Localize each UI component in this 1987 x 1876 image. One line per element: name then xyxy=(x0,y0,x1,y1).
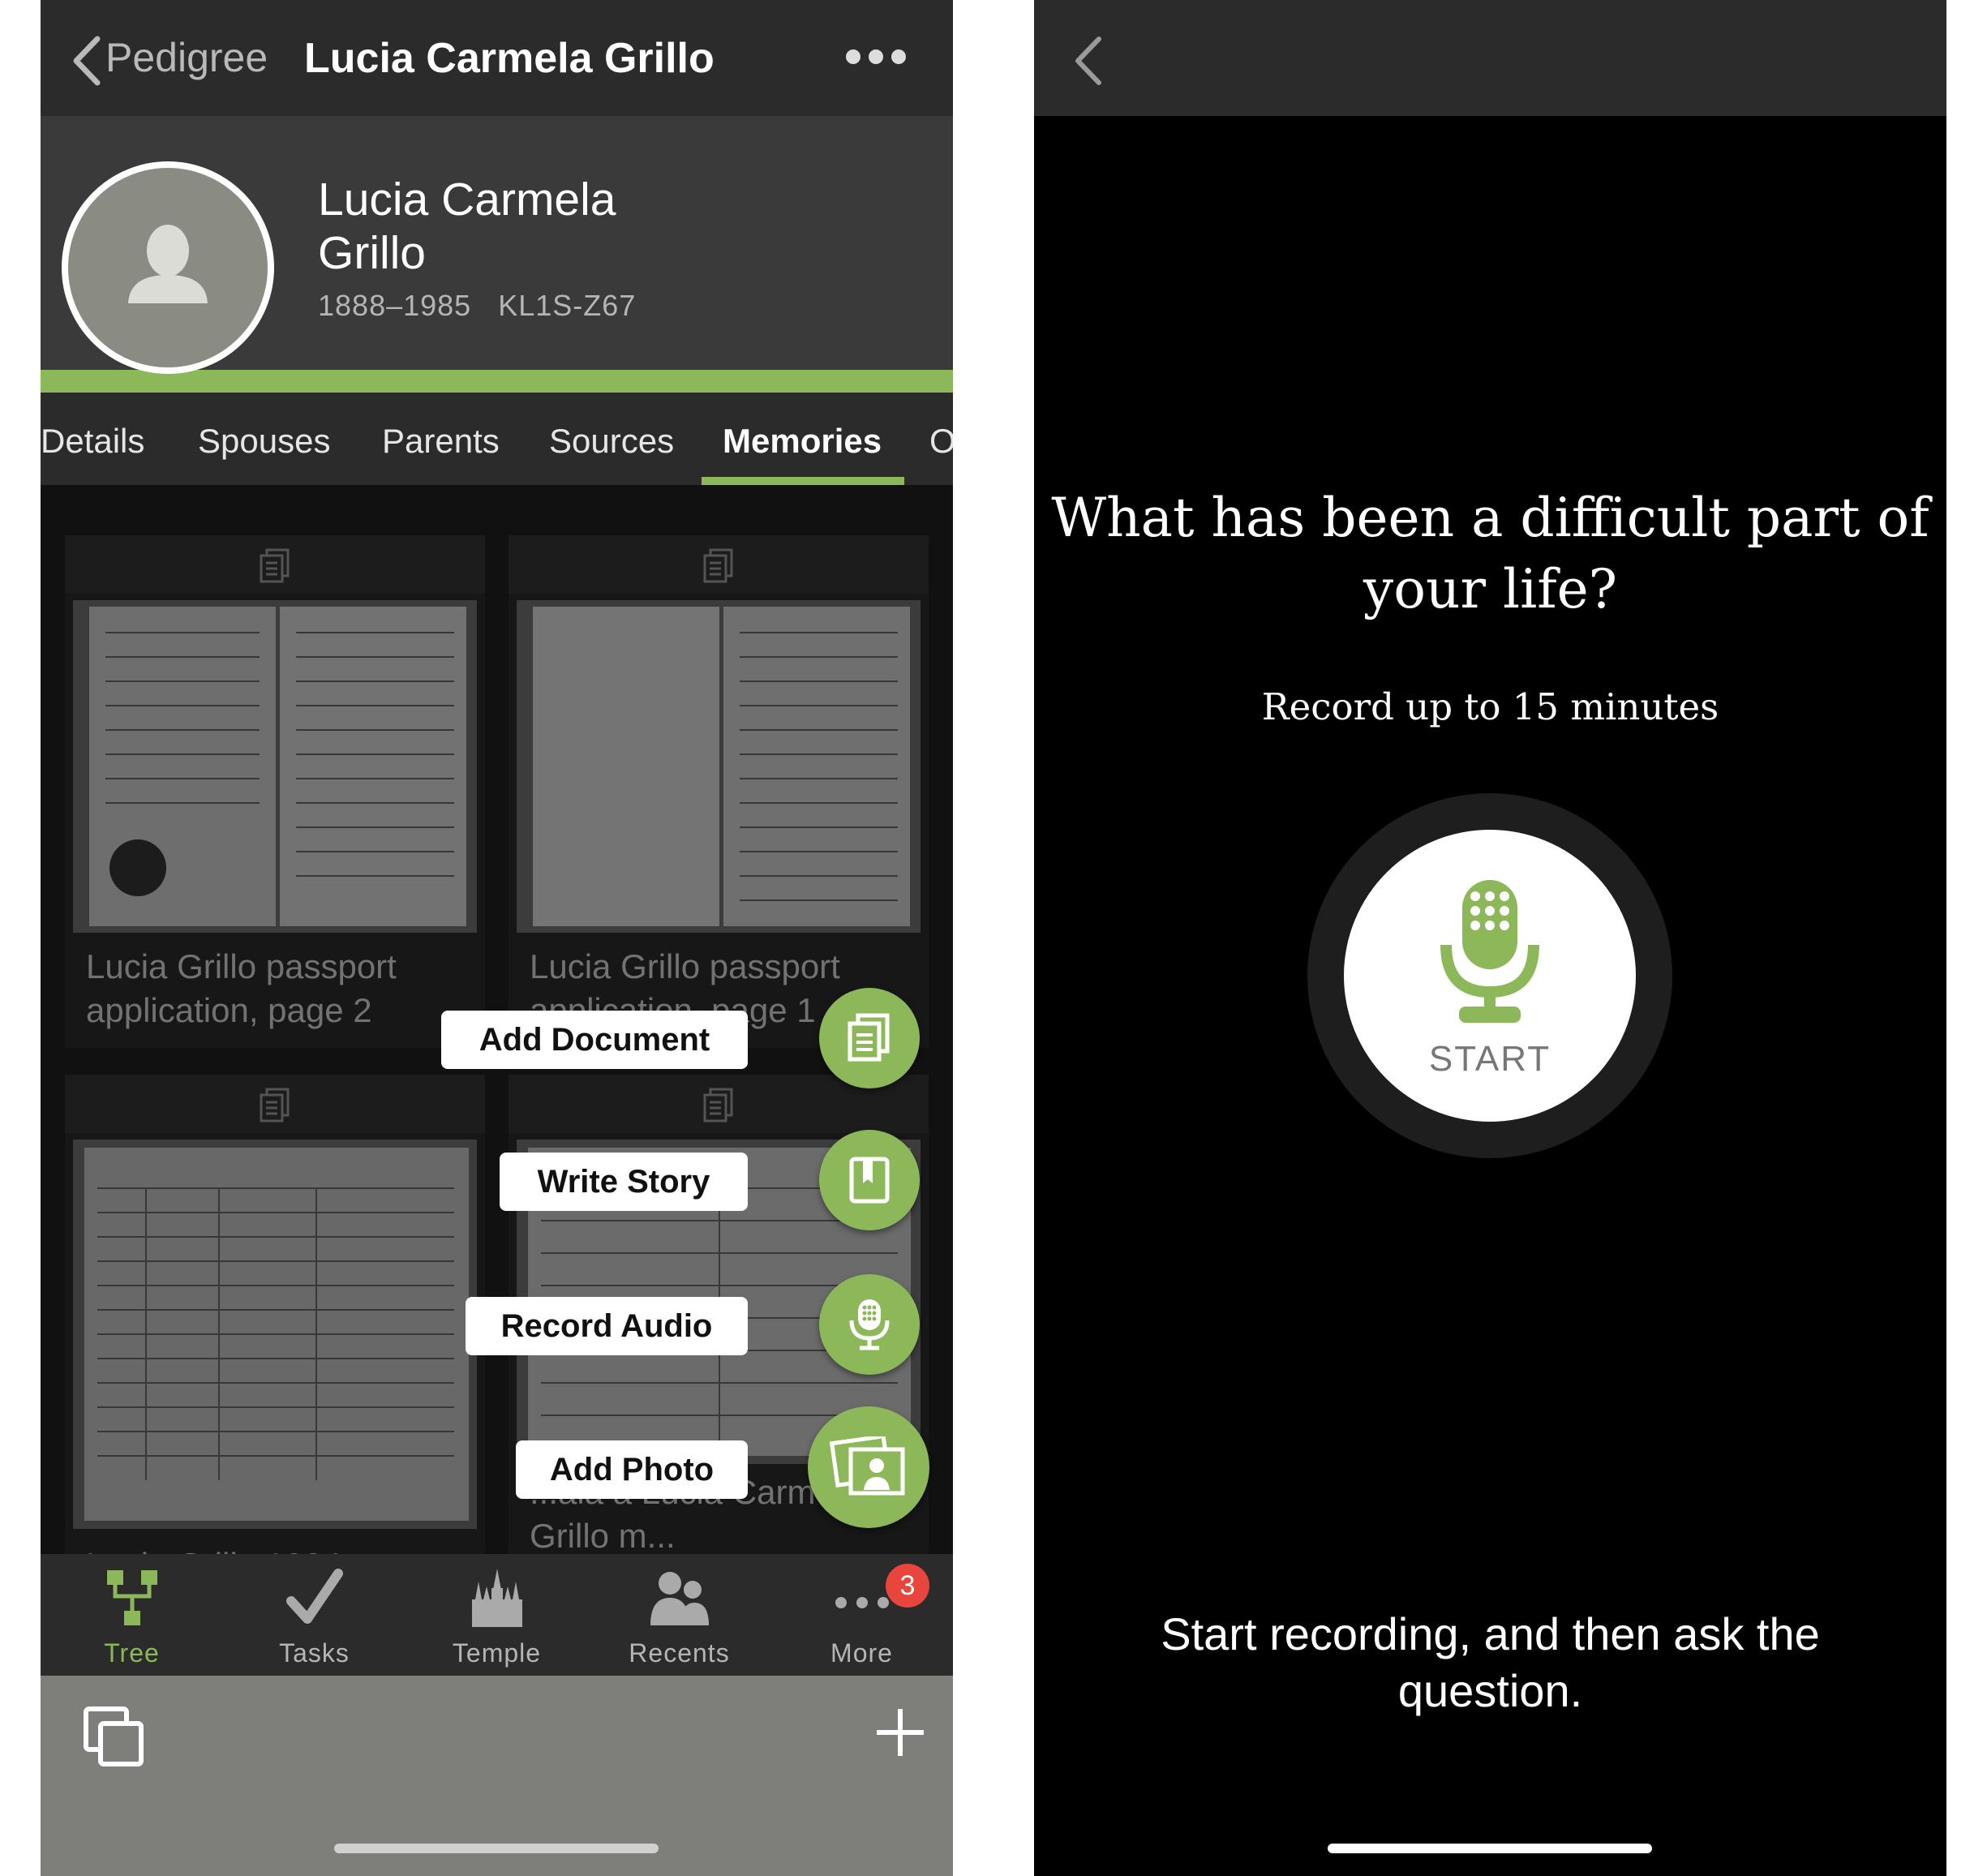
record-audio-button[interactable] xyxy=(819,1274,920,1375)
more-icon xyxy=(835,1597,889,1608)
navigation-bar xyxy=(1034,0,1946,116)
home-indicator xyxy=(1328,1844,1652,1853)
tabbar-label: More xyxy=(830,1638,893,1668)
people-icon xyxy=(650,1572,709,1625)
person-lifespan: 1888–1985 xyxy=(318,289,472,322)
tab-parents[interactable]: Parents xyxy=(382,422,500,461)
book-icon xyxy=(849,1157,890,1204)
write-story-button[interactable] xyxy=(819,1130,920,1230)
plus-icon[interactable] xyxy=(872,1704,929,1761)
document-icon xyxy=(848,1013,890,1062)
tabbar-label: Tasks xyxy=(279,1638,350,1668)
tabbar-label: Tree xyxy=(104,1638,160,1668)
record-button-ring: START xyxy=(1307,793,1672,1158)
checkmark-icon xyxy=(285,1569,343,1624)
bottom-toolbar xyxy=(41,1676,953,1876)
tab-other[interactable]: O xyxy=(929,422,953,461)
page-title: Lucia Carmela Grillo xyxy=(304,35,715,82)
microphone-icon xyxy=(849,1299,890,1350)
add-document-label[interactable]: Add Document xyxy=(441,1011,748,1069)
person-meta: 1888–1985 KL1S-Z67 xyxy=(318,289,636,323)
back-button-label[interactable]: Pedigree xyxy=(105,34,268,81)
tabbar-tasks[interactable]: Tasks xyxy=(223,1554,406,1676)
tab-memories[interactable]: Memories xyxy=(723,422,882,461)
notification-badge: 3 xyxy=(886,1564,929,1608)
instruction-text: Start recording, and then ask the questi… xyxy=(1161,1608,1820,1716)
home-indicator xyxy=(334,1844,659,1853)
back-chevron-icon[interactable] xyxy=(1066,32,1115,89)
tab-bar: Details Spouses Parents Sources Memories… xyxy=(41,393,953,487)
add-photo-label[interactable]: Add Photo xyxy=(516,1440,748,1499)
right-phone-screen: What has been a difficult part of your l… xyxy=(1034,0,1946,1876)
tabbar-temple[interactable]: Temple xyxy=(406,1554,588,1676)
tabbar-tree[interactable]: Tree xyxy=(41,1554,223,1676)
record-limit-text: Record up to 15 minutes xyxy=(1261,685,1719,728)
person-id: KL1S-Z67 xyxy=(498,289,637,322)
navigation-bar: Pedigree Lucia Carmela Grillo xyxy=(41,0,953,116)
question-prompt: What has been a difficult part of your l… xyxy=(1051,487,1929,620)
tab-details[interactable]: Details xyxy=(41,422,144,461)
start-record-button[interactable]: START xyxy=(1344,830,1636,1122)
active-tab-indicator xyxy=(702,477,904,485)
add-document-button[interactable] xyxy=(819,988,920,1088)
person-silhouette-icon xyxy=(128,225,208,303)
person-name: Lucia Carmela Grillo xyxy=(318,174,616,279)
start-label: START xyxy=(1428,1039,1551,1079)
record-audio-label[interactable]: Record Audio xyxy=(466,1297,748,1355)
temple-icon xyxy=(471,1569,522,1627)
tabbar-more[interactable]: More xyxy=(770,1554,953,1676)
tree-icon xyxy=(106,1570,157,1625)
tab-sources[interactable]: Sources xyxy=(549,422,674,461)
microphone-icon xyxy=(1440,880,1539,1023)
tabbar-label: Recents xyxy=(629,1638,730,1668)
avatar[interactable] xyxy=(62,161,274,374)
write-story-label[interactable]: Write Story xyxy=(500,1153,748,1211)
copy-icon[interactable] xyxy=(81,1704,146,1769)
left-phone-screen: Pedigree Lucia Carmela Grillo Lucia Carm… xyxy=(41,0,953,1876)
tabbar-label: Temple xyxy=(452,1638,542,1668)
photo-icon xyxy=(830,1436,905,1496)
bottom-tab-bar: Tree Tasks Temple Recents More xyxy=(41,1554,953,1676)
more-options-icon[interactable] xyxy=(843,45,908,69)
tabbar-recents[interactable]: Recents xyxy=(588,1554,770,1676)
add-photo-button[interactable] xyxy=(808,1406,929,1528)
tab-spouses[interactable]: Spouses xyxy=(198,422,330,461)
